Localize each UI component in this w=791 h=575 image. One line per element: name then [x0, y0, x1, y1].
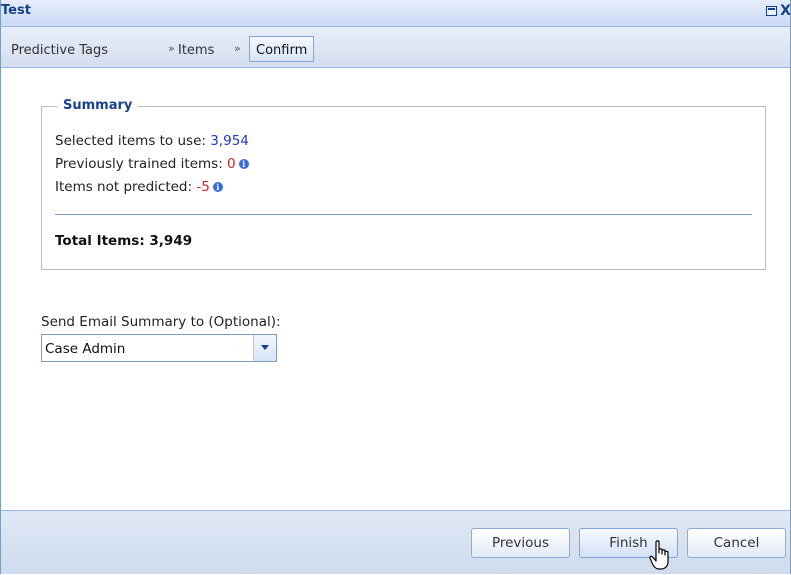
maximize-icon[interactable] — [766, 6, 777, 16]
chevron-down-icon[interactable] — [253, 335, 276, 361]
breadcrumb: Predictive Tags » Items » Confirm — [1, 27, 790, 68]
breadcrumb-item-predictive-tags[interactable]: Predictive Tags — [11, 43, 108, 58]
previously-trained-label: Previously trained items: — [55, 156, 228, 172]
not-predicted-line: Items not predicted: -5 i — [55, 179, 223, 195]
title-bar[interactable]: Test X — [1, 0, 791, 27]
breadcrumb-separator: » — [168, 42, 175, 55]
summary-divider — [55, 214, 752, 215]
info-icon[interactable]: i — [212, 182, 223, 192]
previously-trained-value: 0 — [227, 156, 236, 172]
info-icon[interactable]: i — [238, 159, 249, 169]
not-predicted-label: Items not predicted: — [55, 179, 197, 195]
window-title: Test — [1, 3, 31, 18]
email-recipient-value[interactable]: Case Admin — [45, 341, 125, 357]
total-items: Total Items: 3,949 — [55, 233, 193, 249]
hand-cursor-icon — [649, 540, 669, 570]
close-icon[interactable]: X — [780, 4, 791, 18]
selected-items-line: Selected items to use: 3,954 — [55, 133, 249, 149]
previously-trained-line: Previously trained items: 0i — [55, 156, 249, 172]
selected-items-value: 3,954 — [210, 133, 249, 149]
cancel-button[interactable]: Cancel — [687, 528, 786, 558]
email-summary-label: Send Email Summary to (Optional): — [41, 314, 281, 330]
selected-items-label: Selected items to use: — [55, 133, 211, 149]
dialog-window: Test X Predictive Tags » Items » Confirm… — [0, 0, 791, 574]
previous-button[interactable]: Previous — [471, 528, 570, 558]
not-predicted-value: -5 — [196, 179, 210, 195]
breadcrumb-item-items[interactable]: Items — [178, 43, 214, 58]
breadcrumb-separator: » — [234, 42, 241, 55]
summary-legend: Summary — [57, 98, 139, 113]
breadcrumb-item-confirm[interactable]: Confirm — [249, 36, 315, 62]
email-recipient-select[interactable]: Case Admin — [41, 334, 277, 362]
